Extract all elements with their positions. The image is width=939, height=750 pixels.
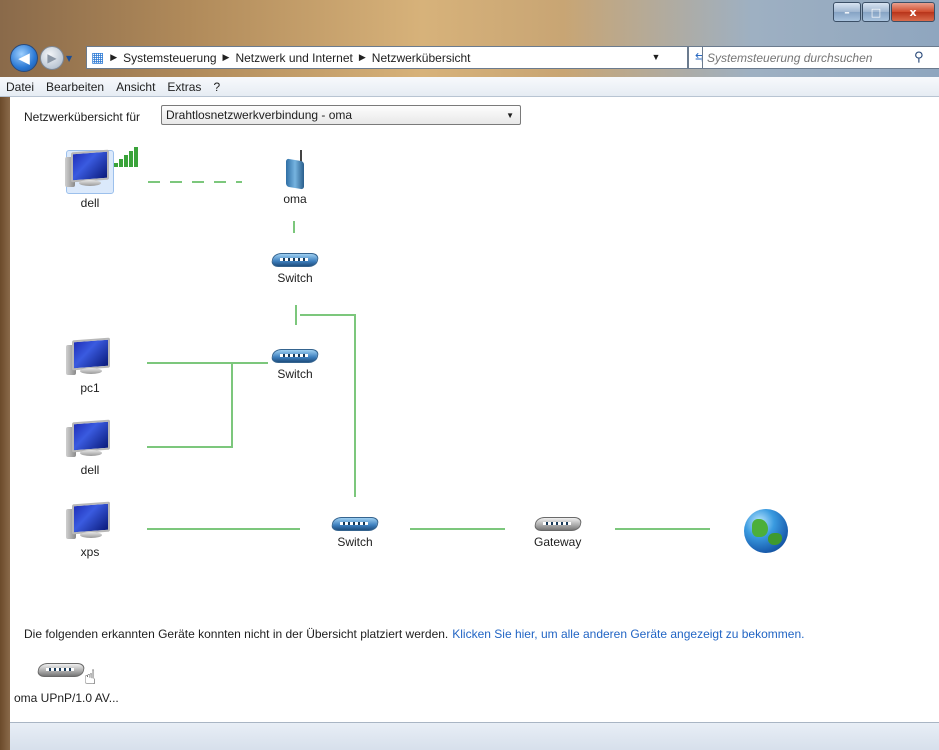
unplaced-message-text: Die folgenden erkannten Geräte konnten n… (24, 627, 449, 641)
switch-icon (330, 513, 380, 533)
device-label: oma (283, 192, 307, 206)
menu-ansicht[interactable]: Ansicht (110, 80, 161, 94)
menu-datei[interactable]: Datei (0, 80, 40, 94)
signal-strength-icon (114, 147, 140, 167)
hand-cursor-icon: ☝ (84, 665, 97, 689)
internet-node[interactable] (744, 509, 788, 553)
search-input[interactable] (703, 49, 914, 66)
device-label: dell (80, 196, 100, 210)
unplaced-device[interactable]: oma UPnP/1.0 AV... (8, 649, 119, 705)
back-arrow-icon: ◀ (18, 49, 30, 67)
device-label: oma UPnP/1.0 AV... (14, 691, 119, 705)
search-icon[interactable]: ⚲ (914, 50, 924, 65)
window: – □ x ◀ ▶ ▼ ▦ ▶ Systemsteuerung ▶ Netzwe… (0, 0, 939, 750)
computer-icon (66, 501, 112, 543)
forward-arrow-icon: ▶ (47, 51, 57, 65)
device-label: xps (80, 545, 100, 559)
pc-switch2-links (147, 362, 268, 448)
device-label: Gateway (534, 535, 582, 549)
search-box: ⚲ (702, 46, 939, 69)
menu-help[interactable]: ? (207, 80, 226, 94)
control-panel-icon: ▦ (91, 49, 105, 65)
device-dell[interactable]: dell (66, 419, 112, 477)
device-gateway[interactable]: Gateway (533, 503, 583, 549)
computer-icon (65, 149, 114, 194)
close-button[interactable]: x (891, 2, 935, 22)
router-icon (280, 150, 310, 190)
breadcrumb-separator-icon[interactable]: ▶ (110, 52, 117, 63)
computer-icon (66, 337, 112, 379)
status-bar (10, 722, 939, 750)
menu-bearbeiten[interactable]: Bearbeiten (40, 80, 110, 94)
show-other-devices-link[interactable]: Klicken Sie hier, um alle anderen Geräte… (452, 627, 804, 641)
device-router-oma[interactable]: oma (280, 150, 310, 206)
minimize-button[interactable]: – (833, 2, 861, 22)
forward-button[interactable]: ▶ (40, 46, 64, 70)
device-label: Switch (337, 535, 373, 549)
computer-icon (66, 419, 112, 461)
gateway-icon (533, 513, 583, 533)
device-dell-wireless[interactable]: dell (65, 149, 114, 210)
menu-extras[interactable]: Extras (161, 80, 207, 94)
device-label: Switch (277, 367, 313, 381)
network-map-pane: Netzwerkübersicht für Drahtlosnetzwerkve… (10, 97, 939, 722)
switch-icon (270, 249, 320, 269)
window-controls: – □ x (832, 2, 935, 22)
address-row: ◀ ▶ ▼ ▦ ▶ Systemsteuerung ▶ Netzwerk und… (0, 40, 939, 74)
breadcrumb-separator-icon[interactable]: ▶ (223, 52, 230, 63)
address-bar[interactable]: ▦ ▶ Systemsteuerung ▶ Netzwerk und Inter… (86, 46, 688, 69)
breadcrumb-systemsteuerung[interactable]: Systemsteuerung (123, 51, 216, 65)
device-switch-1[interactable]: Switch (270, 239, 320, 285)
device-xps[interactable]: xps (66, 501, 112, 559)
media-device-icon (36, 659, 86, 679)
device-label: pc1 (80, 381, 100, 395)
switch1-switch3-link (295, 305, 356, 497)
back-button[interactable]: ◀ (10, 44, 38, 72)
device-label: dell (80, 463, 100, 477)
internet-globe-icon (744, 509, 788, 553)
device-switch-3[interactable]: Switch (330, 503, 380, 549)
breadcrumb-netzwerkuebersicht[interactable]: Netzwerkübersicht (372, 51, 471, 65)
maximize-button[interactable]: □ (862, 2, 890, 22)
breadcrumb-separator-icon[interactable]: ▶ (359, 52, 366, 63)
device-pc1[interactable]: pc1 (66, 337, 112, 395)
device-label: Switch (277, 271, 313, 285)
unplaced-devices-message: Die folgenden erkannten Geräte konnten n… (24, 627, 804, 641)
breadcrumb-netzwerk-und-internet[interactable]: Netzwerk und Internet (235, 51, 352, 65)
address-dropdown-icon[interactable]: ▼ (647, 47, 665, 68)
menu-bar: Datei Bearbeiten Ansicht Extras ? (0, 77, 939, 97)
switch-icon (270, 345, 320, 365)
device-switch-2[interactable]: Switch (270, 335, 320, 381)
title-bar: – □ x (0, 0, 939, 40)
recent-pages-dropdown-icon[interactable]: ▼ (66, 54, 72, 63)
